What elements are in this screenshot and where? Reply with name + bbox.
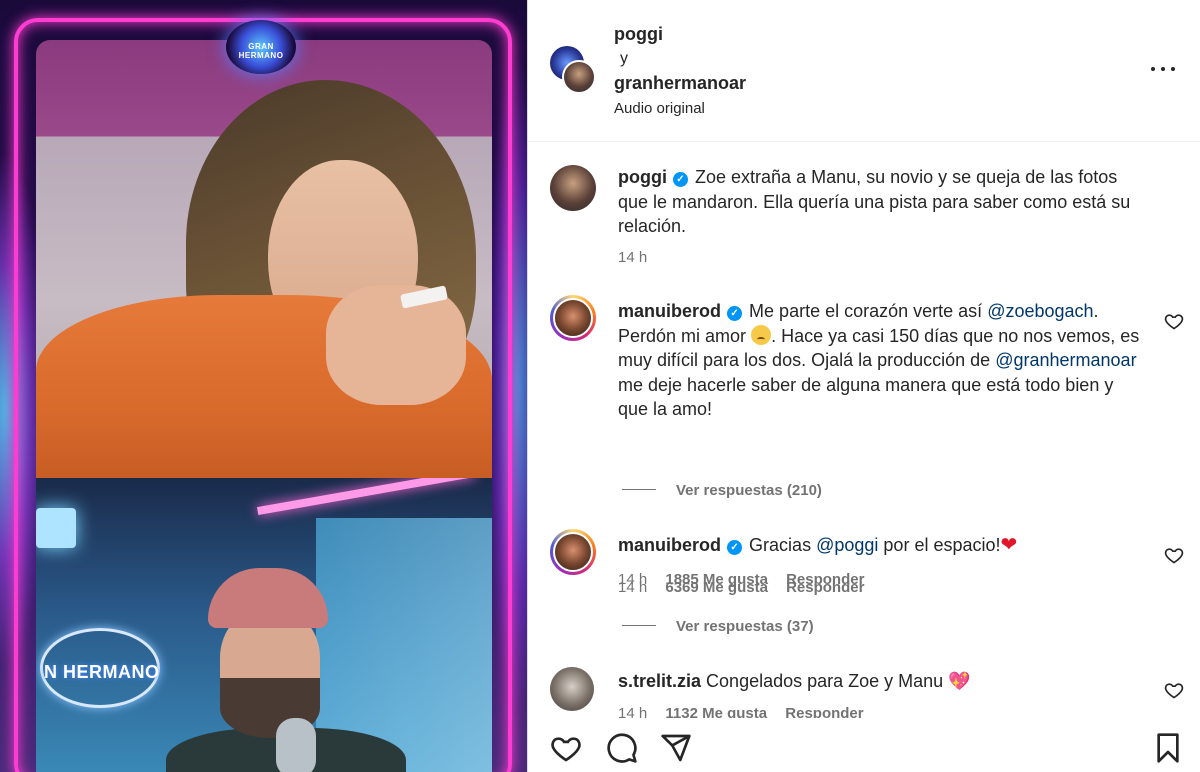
sparkling-heart-emoji-icon: 💖 [948,671,971,691]
post-actions-bar [528,718,1200,772]
verified-badge-icon: ✓ [673,172,688,187]
collab-avatars[interactable] [550,46,598,94]
heart-outline-icon[interactable] [550,732,582,764]
author-granhermanoar-link[interactable]: granhermanoar [614,73,746,94]
microphone [276,718,316,772]
studio-light [36,508,76,548]
caption-avatar[interactable] [550,165,596,211]
more-options-icon[interactable] [1146,56,1180,82]
video-frame-top [36,40,492,478]
mention-link[interactable]: @granhermanoar [995,350,1136,370]
caption-time[interactable]: 14 h [618,249,647,266]
comment-avatar[interactable] [550,667,594,711]
replies-line [622,489,656,490]
comment-time[interactable]: 14 h [618,705,647,718]
post-header: poggi y granhermanoar Audio original [528,0,1200,142]
comment-text-part: me deje hacerle saber de alguna manera q… [618,374,1114,420]
view-replies-label: Ver respuestas (210) [676,482,822,499]
avatar-poggi[interactable] [562,60,596,94]
comment-username[interactable]: manuiberod [618,535,721,555]
view-replies-label: Ver respuestas (37) [676,618,814,635]
comment-meta: 14 h 1885 Me gusta Responder [618,571,878,588]
logo-top-text: GRAN HERMANO [238,42,284,60]
neon-light-bar [256,478,476,516]
red-heart-emoji-icon: ❤ [1000,534,1018,556]
streamer [166,568,406,772]
comment-avatar[interactable] [550,529,596,575]
comment-text: manuiberod ✓ Me parte el corazón verte a… [618,299,1148,422]
comment-text: manuiberod ✓ Gracias @poggi por el espac… [618,533,1148,558]
mention-link[interactable]: @poggi [816,535,878,555]
video-frame-bottom: N HERMANO [36,478,492,772]
caption-meta: 14 h [618,249,661,266]
replies-line [622,625,656,626]
pink-cap [208,568,328,628]
heart-outline-icon[interactable] [1164,545,1184,565]
mention-link[interactable]: @zoebogach [987,301,1093,321]
comments-list[interactable]: poggi ✓ Zoe extraña a Manu, su novio y s… [528,143,1200,718]
verified-badge-icon: ✓ [727,306,743,321]
sad-face-emoji-icon [751,324,772,345]
comment-text-part: por el espacio! [883,535,1001,555]
bookmark-icon[interactable] [1152,732,1184,764]
reply-button[interactable]: Responder [786,571,864,588]
comment-text: s.trelit.zia Congelados para Zoe y Manu … [618,669,1148,694]
heart-outline-icon[interactable] [1164,680,1184,700]
collab-connector: y [620,50,628,67]
comment-meta: 14 h 1132 Me gusta Responder [618,705,878,718]
heart-outline-icon[interactable] [1164,311,1184,331]
comment-likes[interactable]: 1132 Me gusta [665,705,767,718]
comment-time[interactable]: 14 h [618,571,647,588]
comments-panel: poggi y granhermanoar Audio original pog… [528,0,1200,772]
comment-likes[interactable]: 1885 Me gusta [665,571,768,588]
woman-hands [326,285,466,405]
reply-button[interactable]: Responder [785,705,863,718]
caption-username[interactable]: poggi [618,167,667,187]
view-replies-button[interactable]: Ver respuestas (37) [622,618,814,635]
verified-badge-icon: ✓ [727,540,743,555]
gran-hermano-logo: GRAN HERMANO [226,20,296,74]
caption-body: Zoe extraña a Manu, su novio y se queja … [618,167,1131,236]
logo-bottom-text: N HERMANO [44,662,160,682]
author-poggi-link[interactable]: poggi [614,24,663,45]
reel-video-player[interactable]: GRAN HERMANO N HERMANO [0,0,527,772]
view-replies-button[interactable]: Ver respuestas (210) [622,482,822,499]
comment-icon[interactable] [606,732,638,764]
original-audio-link[interactable]: Audio original [614,100,705,117]
comment-text-part: Gracias [749,535,812,555]
paper-plane-icon[interactable] [660,732,692,764]
comment-username[interactable]: s.trelit.zia [618,671,701,691]
caption-text: poggi ✓ Zoe extraña a Manu, su novio y s… [618,165,1148,239]
comment-avatar[interactable] [550,295,596,341]
comment-username[interactable]: manuiberod [618,301,721,321]
comment-text-part: Congelados para Zoe y Manu [706,671,944,691]
comment-text-part: Me parte el corazón verte así [749,301,983,321]
